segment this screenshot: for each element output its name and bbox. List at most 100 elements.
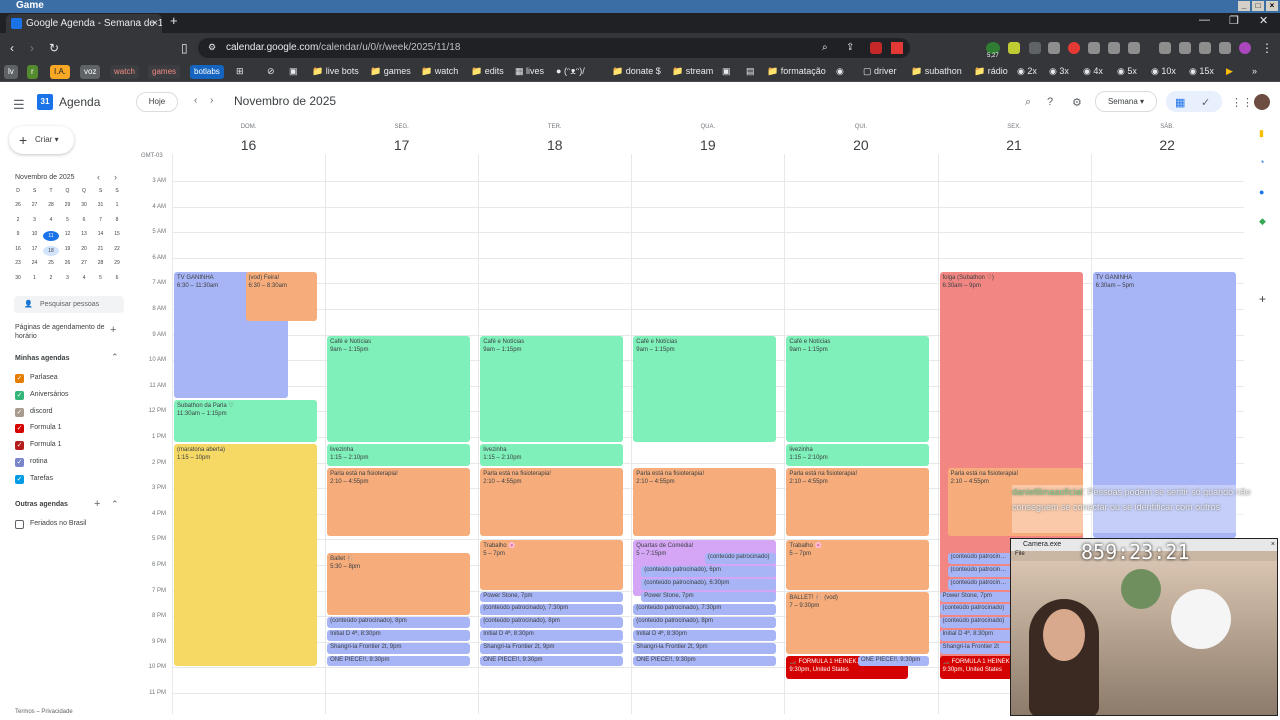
calendar-event[interactable]: Café e Notícias 9am – 1:15pm [327,335,471,443]
mini-day[interactable]: 10 [27,231,43,237]
keep-icon[interactable]: ▮ [1259,128,1264,139]
back-icon[interactable]: ‹ [10,41,14,55]
day-number[interactable]: 22 [1142,137,1192,153]
mini-day[interactable]: 6 [109,275,125,281]
calendar-event[interactable]: Café e Notícias 9am – 1:15pm [786,335,930,443]
extension-icon[interactable] [1128,42,1140,54]
mini-day[interactable]: 22 [109,246,125,252]
bookmark-item[interactable]: ▢ driver [863,66,897,77]
calendar-event[interactable]: Parla está na fisioterapia! 2:10 – 4:55pm [480,467,624,537]
calendar-event[interactable]: (vod) Feira! 6:30 – 8:30am [245,271,318,321]
calendar-event[interactable]: Café e Notícias 9am – 1:15pm [633,335,777,443]
mini-day[interactable]: 18 [43,245,59,256]
day-number[interactable]: 17 [377,137,427,153]
calendar-event[interactable]: Parla está na fisioterapia! 2:10 – 4:55pm [633,467,777,537]
site-info-icon[interactable]: ⚙ [208,42,216,53]
mini-day[interactable]: 24 [27,260,43,266]
footer-links[interactable]: Termos – Privacidade [15,709,73,715]
reload-icon[interactable]: ↻ [49,41,59,55]
extension-icon[interactable] [1179,42,1191,54]
browser-tab[interactable]: Google Agenda - Semana de 16 × [6,14,162,33]
bookmark-chip[interactable]: lv [4,65,18,79]
checkbox-icon[interactable]: ✓ [15,458,24,467]
mini-day[interactable]: 12 [60,231,76,237]
view-selector[interactable]: Semana ▾ [1095,91,1157,112]
mini-day[interactable]: 30 [10,275,26,281]
day-number[interactable]: 18 [530,137,580,153]
bookmark-item[interactable]: ◉ 15x [1189,66,1214,77]
add-booking-icon[interactable]: + [110,324,116,336]
mini-day[interactable]: 23 [10,260,26,266]
bookmark-folder[interactable]: 📁 formatação [767,66,826,77]
today-button[interactable]: Hoje [136,92,178,112]
mini-day[interactable]: 29 [109,260,125,266]
extension-triangle-icon[interactable] [891,42,903,54]
day-number[interactable]: 20 [836,137,886,153]
calendar-event[interactable]: (conteúdo patrocinado), 7:30pm [633,604,777,616]
mini-day[interactable]: 4 [76,275,92,281]
bookmark-folder[interactable]: 📁 rádio [974,66,1008,77]
bookmark-chip[interactable]: botlabs [190,65,224,79]
calendar-event[interactable]: Parla está na fisioterapia! 2:10 – 4:55pm [327,467,471,537]
minimize-icon[interactable]: — [1199,14,1210,26]
bookmark-item[interactable]: ◉ 10x [1151,66,1176,77]
mini-day[interactable]: 1 [27,275,43,281]
mini-day[interactable]: 3 [27,217,43,223]
apps-icon[interactable]: ⊞ [236,66,244,77]
mini-day[interactable]: 26 [10,202,26,208]
mini-day[interactable]: 6 [76,217,92,223]
bookmark-folder[interactable]: 📁 stream [672,66,713,77]
main-menu-icon[interactable]: ☰ [13,97,25,113]
calendar-event[interactable]: (conteúdo patrocinado), 6pm [641,566,777,577]
bookmark-folder[interactable]: 📁 subathon [911,66,962,77]
mini-day[interactable]: 28 [43,202,59,208]
bookmark-item[interactable]: ▦ lives [515,66,544,77]
mini-day[interactable]: 20 [76,246,92,252]
apps-grid-icon[interactable]: ⋮⋮ [1231,96,1253,109]
calendar-item[interactable]: ✓ Formula 1 [15,440,62,451]
calendar-item[interactable]: ✓ Parlasea [15,373,58,383]
mini-day[interactable]: 7 [93,217,109,223]
my-calendars-label[interactable]: Minhas agendas [15,355,69,362]
mini-day[interactable]: 28 [93,260,109,266]
bookmark-icon[interactable]: ▯ [181,41,188,55]
mini-day[interactable]: 5 [93,275,109,281]
day-number[interactable]: 19 [683,137,733,153]
calendar-view-icon[interactable]: ▦ [1175,96,1185,109]
bookmark-overflow-icon[interactable]: » [1252,66,1257,76]
bookmark-icon[interactable]: ▣ [289,66,298,77]
bookmark-folder[interactable]: 📁 live bots [312,66,359,77]
bookmark-icon[interactable]: ▣ [722,66,731,77]
bookmark-chip[interactable]: I.A. [50,65,71,79]
mini-day[interactable]: 2 [43,275,59,281]
search-people-input[interactable]: 👤 Pesquisar pessoas [14,296,124,313]
calendar-event[interactable]: (maratona aberta) 1:15 – 10pm [174,444,318,667]
bookmark-item[interactable]: ◉ 5x [1117,66,1137,77]
mini-day[interactable]: 9 [10,231,26,237]
mini-day[interactable]: 8 [109,217,125,223]
bookmark-chip[interactable]: voz [80,65,101,79]
bookmark-chip[interactable]: watch [110,65,139,79]
mini-day[interactable]: 14 [93,231,109,237]
mini-day[interactable]: 26 [60,260,76,266]
mini-day[interactable]: 27 [76,260,92,266]
bookmark-item[interactable]: ◉ 2x [1017,66,1037,77]
mini-day[interactable]: 17 [27,246,43,252]
extension-icon[interactable] [1088,42,1100,54]
extension-icon[interactable] [1199,42,1211,54]
mini-day[interactable]: 31 [93,202,109,208]
calendar-event[interactable]: ONE PIECE!!, 9:30pm [480,655,624,667]
calendar-event[interactable]: Shangri-la Frontier 2t, 9pm [480,642,624,654]
mini-day[interactable]: 1 [109,202,125,208]
mini-day[interactable]: 13 [76,231,92,237]
calendar-event[interactable]: livezinha 1:15 – 2:10pm [480,444,624,466]
mini-day[interactable]: 11 [43,231,59,242]
help-icon[interactable]: ? [1047,96,1053,108]
calendar-event[interactable]: Initial D 4ª, 8:30pm [327,630,471,641]
zoom-icon[interactable]: ⌕ [822,42,828,53]
calendar-item[interactable]: ✓ rotina [15,457,48,467]
calendar-item[interactable]: ✓ discord [15,407,53,417]
mini-day[interactable]: 29 [60,202,76,208]
mini-day[interactable]: 4 [43,217,59,223]
create-button[interactable]: + Criar ▾ [9,126,74,154]
